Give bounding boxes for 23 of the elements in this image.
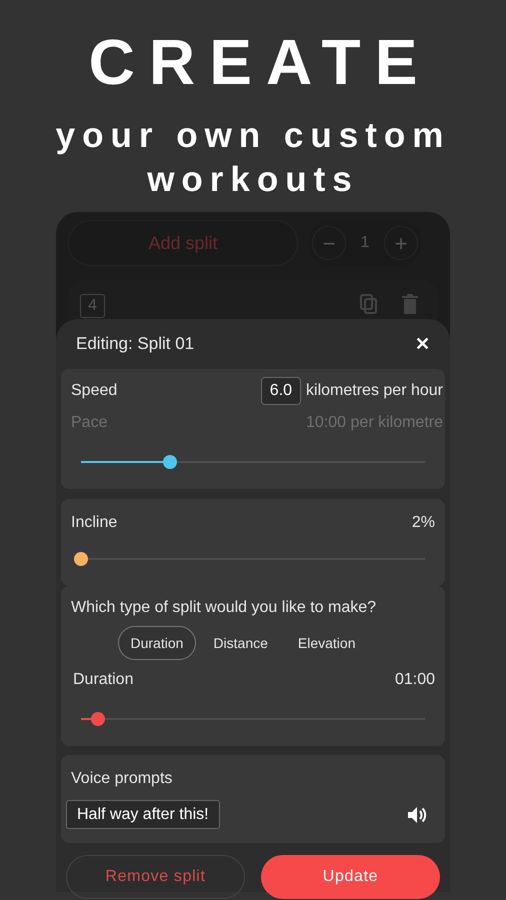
speed-label: Speed [71,381,118,401]
speaker-icon[interactable] [407,806,427,824]
slider-thumb[interactable] [163,455,178,469]
incline-label: Incline [71,513,118,533]
split-type-tab[interactable]: Duration [118,626,196,660]
subheadline: your own custom workouts [54,115,452,201]
sheet-title: Editing: Split 01 [76,333,194,356]
headline: CREATE [88,28,432,96]
stepper-value: 1 [360,233,370,253]
speed-unit: kilometres per hour [306,381,443,401]
update-button[interactable]: Update [261,855,440,899]
voice-prompts-label: Voice prompts [70,769,174,789]
speed-input[interactable]: 6.0 [260,377,302,405]
split-type-question: Which type of split would you like to make? [71,598,378,618]
close-button[interactable]: ✕ [415,330,430,358]
incline-value: 2% [412,513,435,533]
duration-label: Duration [73,670,134,690]
split-type-tab[interactable]: Distance [200,626,281,660]
split-type-tab[interactable]: Elevation [284,626,368,660]
voice-prompt-input[interactable]: Half way after this! [66,800,220,829]
slider-thumb[interactable] [91,712,106,726]
slider-thumb[interactable] [74,552,88,566]
duration-value: 01:00 [394,670,435,690]
